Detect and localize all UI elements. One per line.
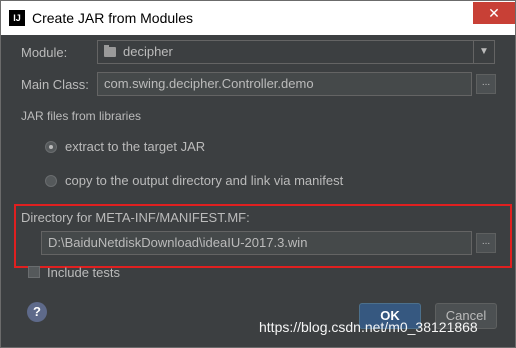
copy-radio[interactable] bbox=[45, 175, 57, 187]
include-tests-checkbox[interactable] bbox=[28, 266, 40, 278]
folder-icon bbox=[104, 45, 116, 57]
help-button[interactable]: ? bbox=[27, 302, 47, 322]
extract-radio-label[interactable]: extract to the target JAR bbox=[65, 139, 205, 154]
close-button[interactable]: ✕ bbox=[473, 2, 515, 24]
jar-files-section-label: JAR files from libraries bbox=[21, 109, 142, 123]
module-select-value: decipher bbox=[123, 44, 173, 59]
dialog-title: Create JAR from Modules bbox=[32, 10, 194, 26]
module-label: Module: bbox=[21, 45, 68, 60]
main-class-field[interactable]: com.swing.decipher.Controller.demo bbox=[97, 72, 472, 96]
title-bar: IJ Create JAR from Modules ✕ bbox=[1, 1, 515, 35]
intellij-icon: IJ bbox=[9, 10, 25, 26]
extract-radio[interactable] bbox=[45, 141, 57, 153]
manifest-directory-field[interactable]: D:\BaiduNetdiskDownload\ideaIU-2017.3.wi… bbox=[41, 231, 472, 255]
create-jar-dialog: IJ Create JAR from Modules ✕ Module: dec… bbox=[0, 0, 516, 348]
watermark-text: https://blog.csdn.net/m0_38121868 bbox=[259, 319, 478, 335]
manifest-browse-button[interactable]: ... bbox=[476, 233, 496, 253]
main-class-browse-button[interactable]: ... bbox=[476, 74, 496, 94]
manifest-label: Directory for META-INF/MANIFEST.MF: bbox=[21, 210, 250, 225]
chevron-down-icon[interactable]: ▼ bbox=[473, 41, 494, 63]
copy-radio-label[interactable]: copy to the output directory and link vi… bbox=[65, 173, 343, 188]
include-tests-label[interactable]: Include tests bbox=[47, 265, 120, 280]
module-select[interactable]: decipher ▼ bbox=[97, 40, 495, 64]
main-class-label: Main Class: bbox=[21, 77, 89, 92]
